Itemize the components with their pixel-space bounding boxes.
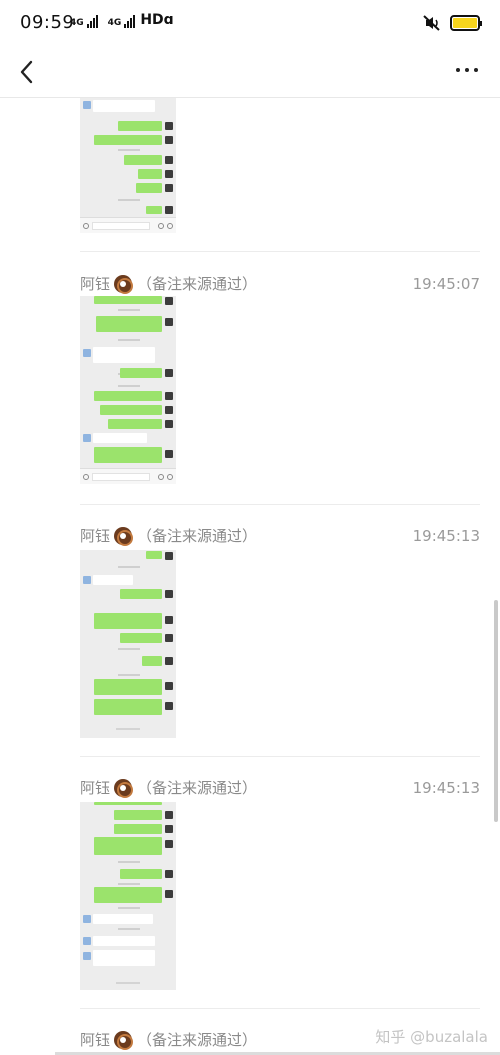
sender-note: （备注来源通过）	[137, 527, 258, 545]
watermark: 知乎 @buzalala	[375, 1028, 488, 1046]
network-type-2: 4G	[107, 18, 122, 28]
more-dots-icon[interactable]	[456, 68, 478, 72]
screenshot-thumbnail[interactable]	[80, 802, 176, 990]
message-time: 19:45:13	[412, 527, 480, 545]
donut-emoji-icon	[114, 778, 134, 798]
network-indicators: 4G 4G HDɑ	[70, 12, 174, 28]
donut-emoji-icon	[114, 1030, 134, 1050]
signal-icon	[124, 14, 136, 28]
sender-line: 阿钰 （备注来源通过）	[80, 777, 257, 798]
screenshot-thumbnail[interactable]	[80, 550, 176, 738]
message-time: 19:45:07	[412, 275, 480, 293]
chevron-left-icon[interactable]	[14, 58, 42, 86]
sender-line: 阿钰 （备注来源通过）	[80, 525, 257, 546]
sender-line: 阿钰 （备注来源通过）	[80, 1029, 257, 1050]
sender-name: 阿钰	[80, 1031, 111, 1049]
sender-name: 阿钰	[80, 779, 111, 797]
nav-bar	[0, 46, 500, 98]
screenshot-thumbnail[interactable]	[80, 98, 176, 233]
sender-name: 阿钰	[80, 275, 111, 293]
sender-note: （备注来源通过）	[137, 275, 258, 293]
scrollbar[interactable]	[494, 600, 498, 822]
sender-note: （备注来源通过）	[137, 1031, 258, 1049]
message-time: 19:45:13	[412, 779, 480, 797]
donut-emoji-icon	[114, 526, 134, 546]
screenshot-thumbnail[interactable]	[80, 296, 176, 484]
battery-icon	[450, 15, 482, 31]
mute-vibrate-icon	[423, 15, 440, 31]
network-type-1: 4G	[70, 18, 84, 28]
sender-line: 阿钰 （备注来源通过）	[80, 273, 257, 294]
hd-label: HDɑ	[140, 12, 174, 28]
donut-emoji-icon	[114, 274, 134, 294]
status-time: 09:59	[20, 12, 75, 33]
signal-icon	[86, 14, 98, 28]
sender-note: （备注来源通过）	[137, 779, 258, 797]
sender-name: 阿钰	[80, 527, 111, 545]
status-bar: 09:59 4G 4G HDɑ	[0, 0, 500, 46]
